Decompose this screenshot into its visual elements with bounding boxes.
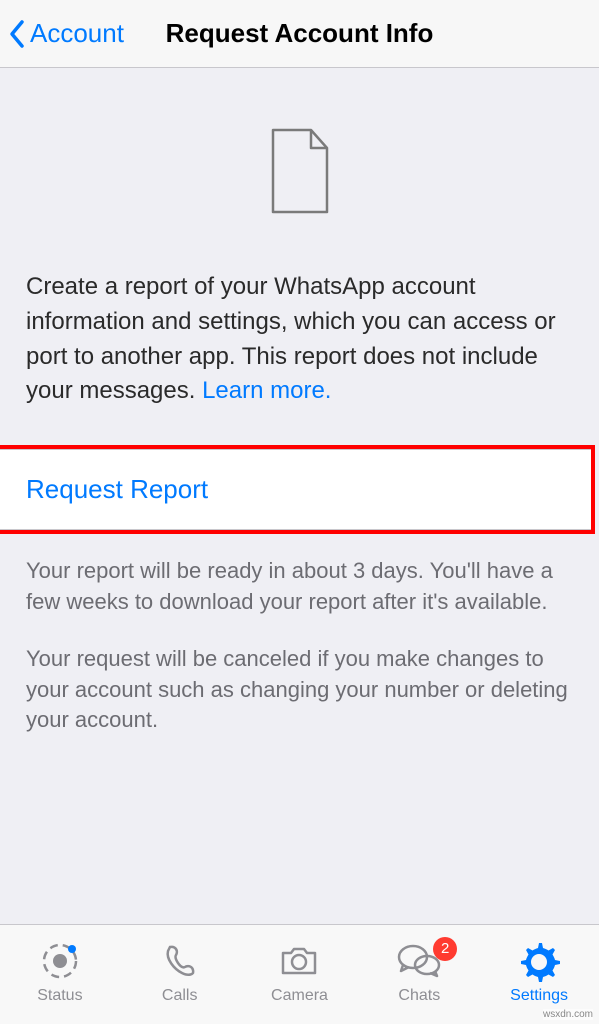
tab-settings-label: Settings (510, 987, 568, 1005)
phone-icon (158, 939, 202, 983)
page-title: Request Account Info (166, 18, 434, 49)
navigation-bar: Account Request Account Info (0, 0, 599, 68)
tab-calls[interactable]: Calls (120, 939, 240, 1005)
footer-text-1: Your report will be ready in about 3 day… (0, 534, 599, 618)
tab-calls-label: Calls (162, 987, 198, 1005)
hero-icon-container (0, 68, 599, 244)
tab-settings[interactable]: Settings (479, 939, 599, 1005)
description-text: Create a report of your WhatsApp account… (0, 244, 599, 445)
document-icon (265, 126, 335, 216)
chats-badge: 2 (433, 937, 457, 961)
footer-text-2: Your request will be canceled if you mak… (0, 618, 599, 736)
content-area: Create a report of your WhatsApp account… (0, 68, 599, 924)
chevron-left-icon (8, 18, 26, 50)
back-button[interactable]: Account (8, 18, 124, 50)
tab-chats-label: Chats (398, 987, 440, 1005)
status-icon (38, 939, 82, 983)
tab-status[interactable]: Status (0, 939, 120, 1005)
camera-icon (277, 939, 321, 983)
back-label: Account (30, 18, 124, 49)
tab-status-label: Status (37, 987, 82, 1005)
tab-camera[interactable]: Camera (240, 939, 360, 1005)
watermark: wsxdn.com (543, 1009, 593, 1020)
gear-icon (517, 939, 561, 983)
tab-chats[interactable]: 2 Chats (359, 939, 479, 1005)
highlight-box: Request Report (0, 445, 595, 534)
tab-bar: Status Calls Camera 2 Chats (0, 924, 599, 1024)
tab-camera-label: Camera (271, 987, 328, 1005)
learn-more-link[interactable]: Learn more. (202, 377, 331, 404)
request-report-button[interactable]: Request Report (0, 449, 591, 530)
